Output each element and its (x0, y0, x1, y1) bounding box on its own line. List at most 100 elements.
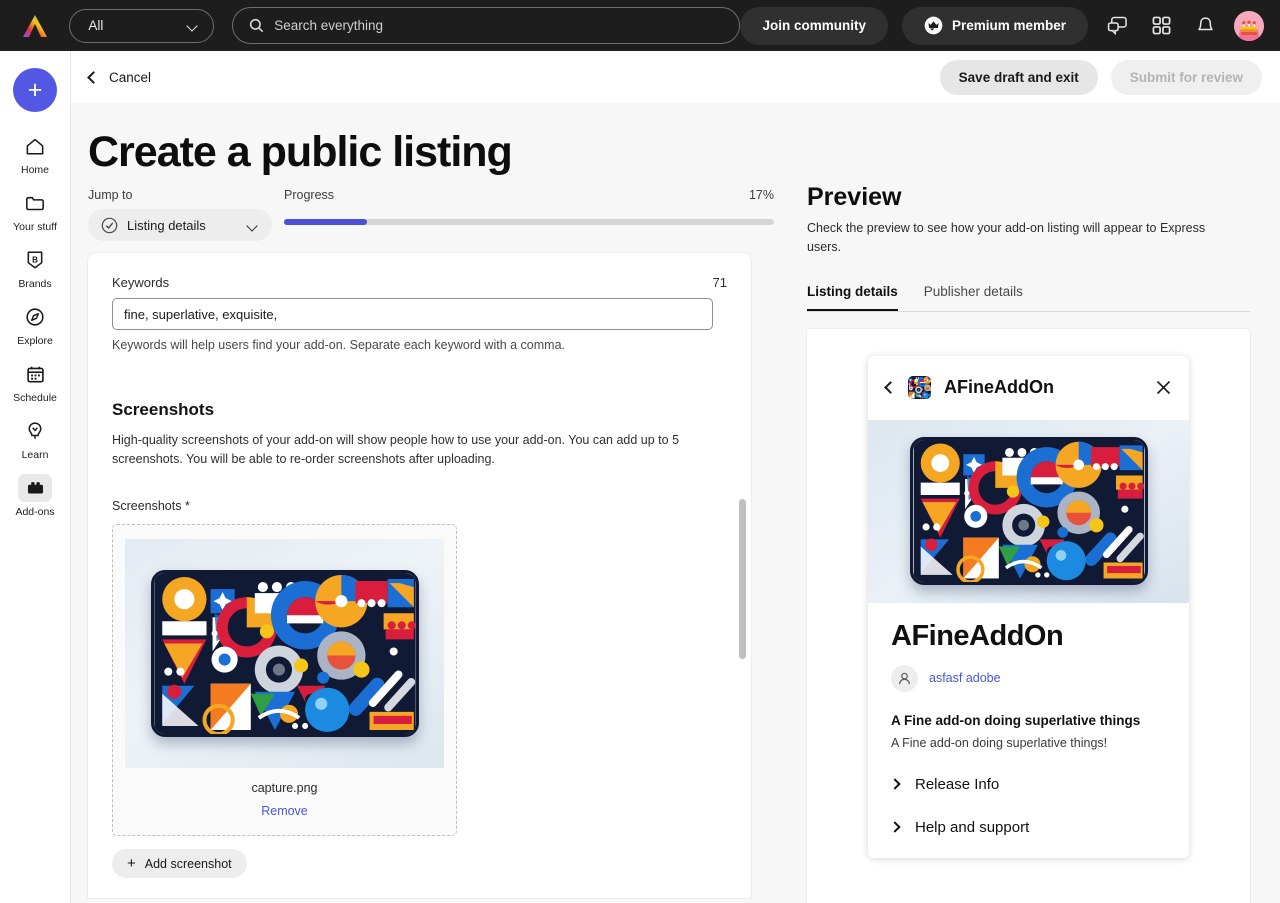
accordion-label: Help and support (915, 818, 1030, 836)
abstract-geometric-art (150, 570, 419, 737)
page-title: Create a public listing (88, 128, 513, 176)
progress-row: Jump to Listing details Progress 17% (88, 177, 788, 241)
accordion-release-info[interactable]: Release Info (889, 775, 1166, 793)
search-filter-dropdown[interactable]: All (69, 8, 215, 43)
remove-screenshot-link[interactable]: Remove (113, 804, 456, 818)
chevron-left-icon[interactable] (884, 381, 897, 395)
chevron-left-icon (87, 70, 100, 84)
publisher-row: asfasf adobe (891, 664, 1166, 692)
logo-icon (22, 14, 47, 37)
lightbulb-idea-icon (18, 417, 52, 445)
listing-subheader: Cancel Save draft and exit Submit for re… (71, 51, 1280, 103)
preview-column: Preview Check the preview to see how you… (788, 177, 1250, 903)
close-icon[interactable] (1156, 380, 1171, 395)
jump-to-value: Listing details (127, 217, 206, 233)
preview-hero-image (868, 419, 1189, 603)
keywords-label: Keywords (112, 275, 170, 290)
sidebar-item-your-stuff[interactable]: Your stuff (6, 189, 64, 233)
keywords-help-text: Keywords will help users find your add-o… (112, 338, 565, 352)
user-avatar[interactable] (1234, 10, 1265, 41)
preview-addon-title: AFineAddOn (891, 619, 1064, 652)
add-screenshot-button[interactable]: + Add screenshot (112, 849, 247, 878)
sidebar-item-learn[interactable]: Learn (6, 417, 64, 461)
addon-preview-card: AFineAddOn AFineAddOn asfasf adobe A Fin… (868, 355, 1189, 858)
keywords-input[interactable] (112, 298, 713, 330)
sidebar-item-add-ons[interactable]: Add-ons (6, 474, 64, 518)
preview-description: Check the preview to see how your add-on… (807, 221, 1206, 255)
subheader-actions: Save draft and exit Submit for review (939, 59, 1262, 95)
sidebar-item-schedule[interactable]: Schedule (6, 360, 64, 404)
check-circle-icon (101, 217, 118, 233)
chevron-right-icon (889, 821, 901, 833)
sidebar-item-label: Your stuff (13, 221, 57, 233)
plus-icon: + (127, 855, 136, 872)
create-new-button[interactable]: + (13, 68, 57, 112)
sidebar-item-label: Home (20, 164, 49, 176)
preview-header-name: AFineAddOn (944, 377, 1054, 398)
jump-to-label: Jump to (88, 188, 133, 202)
preview-card-header: AFineAddOn (868, 356, 1189, 420)
adobe-express-logo[interactable] (0, 14, 69, 38)
person-icon (891, 664, 918, 692)
screenshots-section-title: Screenshots (112, 400, 215, 419)
progress-block: Progress 17% (284, 188, 788, 225)
notification-bell-icon[interactable] (1190, 11, 1220, 41)
preview-frame: AFineAddOn AFineAddOn asfasf adobe A Fin… (807, 328, 1250, 903)
search-bar[interactable] (232, 7, 741, 44)
submit-for-review-button[interactable]: Submit for review (1110, 59, 1262, 95)
screenshot-meta: capture.png Remove (113, 768, 456, 835)
compass-icon (18, 303, 52, 331)
brand-badge-icon: B (18, 246, 52, 274)
save-draft-and-exit-button[interactable]: Save draft and exit (939, 59, 1098, 95)
form-card: Keywords 71 Keywords will help users fin… (88, 253, 751, 898)
content-columns: Jump to Listing details Progress 17% Key… (71, 177, 1280, 903)
progress-bar-track (284, 219, 774, 225)
screenshots-section-description: High-quality screenshots of your add-on … (112, 433, 680, 466)
preview-tagline: A Fine add-on doing superlative things (891, 712, 1141, 728)
form-fields: Keywords 71 Keywords will help users fin… (88, 253, 751, 878)
preview-title: Preview (807, 183, 902, 211)
left-sidebar-nav: + Home Your stuff B Brands Explore Sched… (0, 51, 71, 903)
folder-icon (18, 189, 52, 217)
form-scrollbar-thumb[interactable] (739, 499, 746, 659)
sidebar-item-label: Explore (17, 335, 53, 347)
avatar-cake-icon (1234, 10, 1265, 41)
topbar-actions: Join community Premium member (740, 6, 1280, 45)
plus-icon: + (27, 75, 43, 104)
preview-description-text: A Fine add-on doing superlative things! (891, 735, 1108, 750)
calendar-icon (18, 360, 52, 388)
jump-to-block: Jump to Listing details (88, 188, 284, 241)
screenshots-field-label: Screenshots * (112, 499, 190, 513)
svg-text:B: B (32, 255, 38, 264)
addons-icon (18, 474, 52, 502)
premium-member-button[interactable]: Premium member (901, 6, 1089, 45)
keywords-char-counter: 71 (712, 275, 727, 290)
search-input[interactable] (274, 18, 724, 33)
accordion-label: Release Info (915, 775, 1000, 793)
preview-tabs: Listing details Publisher details (807, 284, 1250, 312)
progress-label: Progress (284, 188, 335, 202)
sidebar-item-label: Learn (21, 449, 49, 461)
sidebar-item-explore[interactable]: Explore (6, 303, 64, 347)
sidebar-item-brands[interactable]: B Brands (6, 246, 64, 290)
keywords-field-header: Keywords 71 (112, 275, 727, 290)
chevron-right-icon (889, 778, 901, 790)
chevron-down-icon (248, 222, 259, 229)
screenshot-upload-card: capture.png Remove (112, 524, 457, 836)
grid-apps-icon[interactable] (1146, 11, 1176, 41)
cancel-button[interactable]: Cancel (87, 70, 151, 85)
join-community-button[interactable]: Join community (740, 6, 888, 45)
search-icon (250, 18, 264, 33)
form-column: Jump to Listing details Progress 17% Key… (88, 177, 788, 903)
chat-bubbles-icon[interactable] (1102, 11, 1132, 41)
accordion-help-and-support[interactable]: Help and support (889, 818, 1166, 836)
add-screenshot-label: Add screenshot (144, 856, 232, 871)
tab-publisher-details[interactable]: Publisher details (924, 284, 1023, 311)
home-icon (18, 132, 52, 160)
jump-to-dropdown[interactable]: Listing details (88, 209, 272, 241)
sidebar-item-label: Add-ons (15, 506, 55, 518)
publisher-name-link[interactable]: asfasf adobe (929, 671, 1001, 685)
tab-listing-details[interactable]: Listing details (807, 284, 898, 311)
filter-label: All (88, 18, 104, 33)
sidebar-item-home[interactable]: Home (6, 132, 64, 176)
